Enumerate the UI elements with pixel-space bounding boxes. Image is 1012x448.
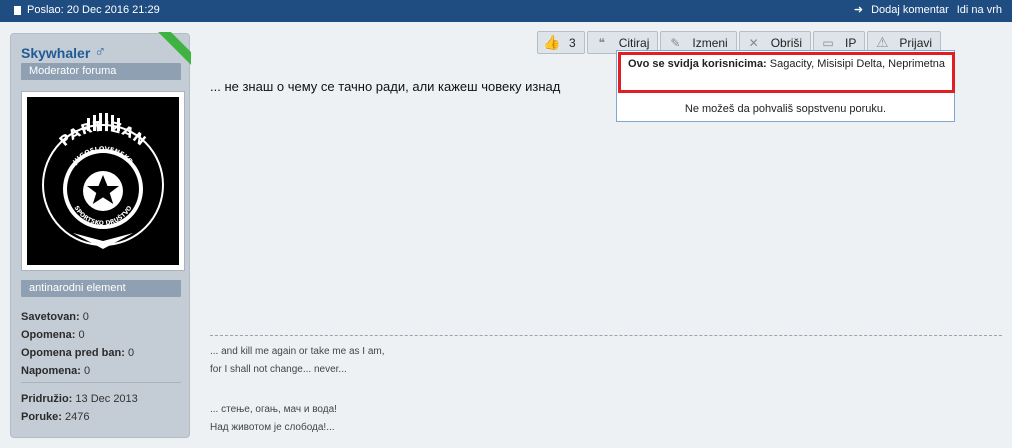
like-tooltip: Ovo se svidja korisnicima: Sagacity, Mis… <box>616 50 955 122</box>
delete-label: Obriši <box>770 35 803 50</box>
delete-x-icon: ✕ <box>748 35 759 50</box>
signature-line: ... and kill me again or take me as I am… <box>210 346 385 357</box>
posts-label: Poruke: <box>21 411 62 423</box>
go-top-link[interactable]: Idi na vrh <box>957 4 1002 16</box>
post-body: ... не знаш о чему се тачно ради, али ка… <box>210 79 561 94</box>
post-meta: Poslao: 20 Dec 2016 21:29 <box>14 4 160 16</box>
signature-block-1: ... and kill me again or take me as I am… <box>210 343 385 379</box>
preban-label: Opomena pred ban: <box>21 347 125 359</box>
user-warnings: Savetovan: 0 Opomena: 0 Opomena pred ban… <box>21 308 134 380</box>
post-date: Poslao: 20 Dec 2016 21:29 <box>27 4 160 16</box>
signature-line: for I shall not change... never... <box>210 364 347 375</box>
user-rank: Moderator foruma <box>21 63 181 80</box>
male-icon: ♂ <box>94 44 107 61</box>
posts-value: 2476 <box>65 411 90 423</box>
quote-label: Citiraj <box>618 35 650 50</box>
thumbs-up-icon: 👍 <box>543 34 561 50</box>
user-title: antinarodni element <box>21 280 181 297</box>
notes-label: Napomena: <box>21 365 81 377</box>
warned-label: Savetovan: <box>21 311 80 323</box>
add-comment-link[interactable]: Dodaj komentar <box>871 4 949 16</box>
preban-value: 0 <box>127 347 135 359</box>
user-join-info: Pridružio: 13 Dec 2013 Poruke: 2476 <box>21 390 138 426</box>
joined-label: Pridružio: <box>21 393 73 405</box>
self-like-note: Ne možeš da pohvališ sopstvenu poruku. <box>684 103 887 115</box>
signature-block-2: ... стење, огањ, мач и вода! Над животом… <box>210 401 337 437</box>
username-text[interactable]: Skywhaler <box>21 45 90 61</box>
warnings-value: 0 <box>78 329 85 341</box>
like-count: 3 <box>569 35 576 50</box>
liked-by-box: Ovo se svidja korisnicima: Sagacity, Mis… <box>618 52 955 93</box>
quote-icon: ❝ <box>598 35 605 50</box>
warnings-label: Opomena: <box>21 329 76 341</box>
edit-label: Izmeni <box>692 35 728 50</box>
liked-by-users: Sagacity, Misisipi Delta, Neprimetna <box>769 58 946 70</box>
liked-by-label: Ovo se svidja korisnicima: <box>627 58 767 70</box>
pencil-icon: ✎ <box>670 35 681 50</box>
notes-value: 0 <box>83 365 91 377</box>
warning-icon: ⚠ <box>876 34 889 50</box>
like-button[interactable]: 👍 3 <box>537 31 585 54</box>
post-header-actions: ➜ Dodaj komentar Idi na vrh <box>854 4 1002 16</box>
ip-icon: ▭ <box>822 35 834 50</box>
report-label: Prijavi <box>899 35 933 50</box>
signature-line: Над животом је слобода!... <box>210 422 335 433</box>
username[interactable]: Skywhaler ♂ <box>21 44 106 62</box>
joined-value: 13 Dec 2013 <box>75 393 138 405</box>
arrow-right-icon: ➜ <box>853 3 864 16</box>
signature-line: ... стење, огањ, мач и вода! <box>210 404 337 415</box>
online-ribbon <box>157 32 191 66</box>
post-header-bar: Poslao: 20 Dec 2016 21:29 ➜ Dodaj koment… <box>0 0 1012 22</box>
ip-label: IP <box>845 35 857 50</box>
stats-divider <box>21 382 181 383</box>
warned-value: 0 <box>82 311 89 323</box>
partizan-crest-image: PARTIZAN JUGOSLOVENSKO SPORTSKO DRUŠTVO <box>27 97 179 265</box>
document-icon <box>14 5 21 15</box>
user-info-panel: Skywhaler ♂ Moderator foruma PARTIZAN JU… <box>10 33 190 438</box>
avatar[interactable]: PARTIZAN JUGOSLOVENSKO SPORTSKO DRUŠTVO <box>21 91 185 271</box>
signature-divider <box>210 335 1002 336</box>
